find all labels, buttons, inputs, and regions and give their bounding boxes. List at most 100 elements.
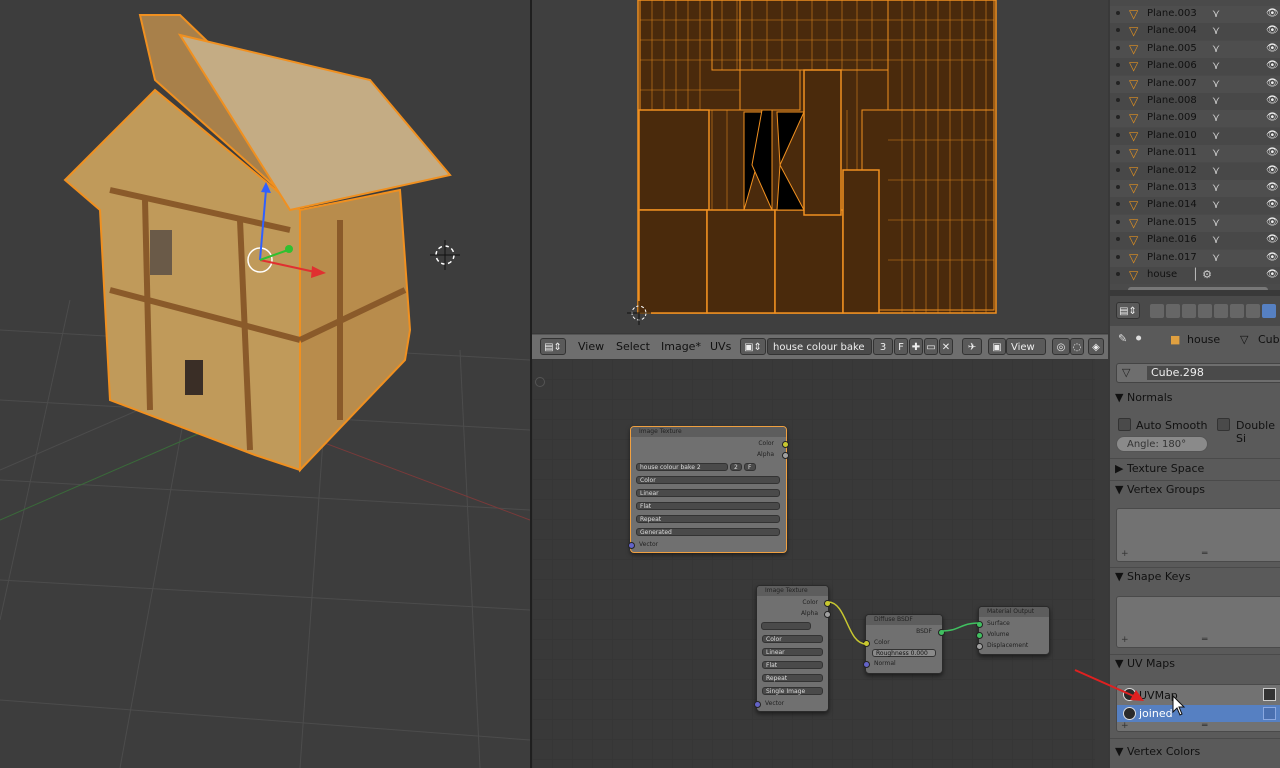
visibility-eye-icon[interactable]: 👁 (1266, 78, 1279, 89)
mesh-browse-icon[interactable]: ▽ (1122, 366, 1130, 379)
visibility-eye-icon[interactable]: 👁 (1266, 25, 1279, 36)
menu-image[interactable]: Image* (661, 339, 701, 355)
view-mode-select[interactable]: View ⇕ (1006, 338, 1046, 370)
visibility-eye-icon[interactable]: 👁 (1266, 165, 1279, 176)
visibility-eye-icon[interactable]: 👁 (1266, 269, 1279, 280)
outliner-item[interactable]: ▽ Plane.009 ⋎ 👁 (1110, 110, 1280, 128)
outliner-item[interactable]: ▽ Plane.016 ⋎ 👁 (1110, 232, 1280, 250)
double-sided-checkbox[interactable] (1217, 418, 1230, 431)
shape-keys-list[interactable]: + ═ (1116, 596, 1280, 648)
layers-tab-icon[interactable] (1166, 304, 1180, 318)
mesh-data-tab-icon[interactable] (1262, 304, 1276, 318)
visibility-eye-icon[interactable]: 👁 (1266, 217, 1279, 228)
pin-icon[interactable]: ✈ (962, 338, 982, 355)
expand-dot-icon[interactable] (1116, 167, 1120, 172)
image-users-count[interactable]: 3 (873, 338, 893, 355)
visibility-eye-icon[interactable]: 👁 (1266, 95, 1279, 106)
menu-uvs[interactable]: UVs (710, 339, 731, 355)
outliner-item[interactable]: ▽ Plane.011 ⋎ 👁 (1110, 145, 1280, 163)
image-name-field[interactable]: house colour bake 2 (767, 338, 872, 370)
expand-dot-icon[interactable] (1116, 132, 1120, 137)
panel-normals[interactable]: ▼ Normals (1115, 388, 1280, 408)
scene-tab-icon[interactable] (1182, 304, 1196, 318)
expand-dot-icon[interactable] (1116, 185, 1120, 189)
resize-handle-icon[interactable]: ═ (1202, 721, 1207, 731)
pivot-icon[interactable]: ◎ (1052, 338, 1070, 355)
mesh-name-input[interactable]: Cube.298 (1147, 366, 1280, 380)
expand-dot-icon[interactable] (1116, 272, 1120, 276)
add-icon[interactable]: + (1121, 635, 1129, 645)
outliner-scrollbar[interactable] (1128, 287, 1268, 290)
resize-handle-icon[interactable]: ═ (1202, 549, 1207, 559)
visibility-eye-icon[interactable]: 👁 (1266, 8, 1279, 19)
outliner-item[interactable]: ▽ Plane.004 ⋎ 👁 (1110, 23, 1280, 41)
expand-dot-icon[interactable] (1116, 254, 1120, 259)
auto-smooth-checkbox[interactable] (1118, 418, 1131, 431)
render-tab-icon[interactable] (1150, 304, 1164, 318)
angle-slider[interactable]: Angle: 180° (1116, 436, 1208, 452)
expand-dot-icon[interactable] (1116, 115, 1120, 120)
image-browse-icon[interactable]: ▣⇕ (740, 338, 766, 355)
outliner[interactable]: ▽ Plane.003 ⋎ 👁 ▽ Plane.004 ⋎ 👁 ▽ Plane.005 ⋎ 👁 ▽ Pla… (1110, 0, 1280, 290)
menu-select[interactable]: Select (616, 339, 650, 355)
visibility-eye-icon[interactable]: 👁 (1266, 182, 1279, 193)
expand-dot-icon[interactable] (1116, 202, 1120, 207)
sync-icon[interactable]: ◌ (1070, 338, 1084, 355)
panel-vertex-colors[interactable]: ▼ Vertex Colors (1115, 742, 1280, 762)
menu-view[interactable]: View (578, 339, 604, 355)
visibility-eye-icon[interactable]: 👁 (1266, 199, 1279, 210)
outliner-item[interactable]: ▽ Plane.014 ⋎ 👁 (1110, 197, 1280, 215)
world-tab-icon[interactable] (1198, 304, 1212, 318)
expand-dot-icon[interactable] (1116, 80, 1120, 85)
unlink-image-icon[interactable]: ✕ (939, 338, 953, 355)
editor-type-button[interactable]: ▤⇕ (1116, 302, 1140, 319)
mesh-datablock-field[interactable]: ▽ Cube.298 (1116, 363, 1280, 383)
visibility-eye-icon[interactable]: 👁 (1266, 252, 1279, 263)
modifiers-tab-icon[interactable] (1246, 304, 1260, 318)
outliner-item[interactable]: ▽ Plane.010 ⋎ 👁 (1110, 127, 1280, 145)
open-image-icon[interactable]: ▭ (924, 338, 938, 355)
vertex-groups-list[interactable]: + ═ (1116, 508, 1280, 562)
outliner-item[interactable]: ▽ house │ ⚙ 👁 (1110, 267, 1280, 284)
expand-dot-icon[interactable] (1116, 237, 1120, 242)
panel-shape-keys[interactable]: ▼ Shape Keys (1115, 567, 1280, 587)
visibility-eye-icon[interactable]: 👁 (1266, 60, 1279, 71)
visibility-eye-icon[interactable]: 👁 (1266, 43, 1279, 54)
expand-dot-icon[interactable] (1116, 98, 1120, 102)
panel-texture-space[interactable]: ▶ Texture Space (1115, 459, 1280, 479)
expand-dot-icon[interactable] (1116, 11, 1120, 15)
outliner-item[interactable]: ▽ Plane.005 ⋎ 👁 (1110, 40, 1280, 58)
expand-dot-icon[interactable] (1116, 28, 1120, 33)
expand-dot-icon[interactable] (1116, 45, 1120, 50)
resize-handle-icon[interactable]: ═ (1202, 635, 1207, 645)
visibility-eye-icon[interactable]: 👁 (1266, 234, 1279, 245)
visibility-eye-icon[interactable]: 👁 (1266, 112, 1279, 123)
node-editor[interactable]: Image Texture Color Alpha house colour b… (532, 359, 1095, 768)
panel-vertex-groups[interactable]: ▼ Vertex Groups (1115, 480, 1280, 500)
outliner-item[interactable]: ▽ Plane.008 ⋎ 👁 (1110, 93, 1280, 110)
visibility-eye-icon[interactable]: 👁 (1266, 147, 1279, 158)
outliner-item[interactable]: ▽ Plane.003 ⋎ 👁 (1110, 6, 1280, 23)
pin-icon[interactable]: ✎ (1118, 332, 1127, 345)
constraints-tab-icon[interactable] (1230, 304, 1244, 318)
expand-dot-icon[interactable] (1116, 219, 1120, 224)
add-icon[interactable]: + (1121, 549, 1129, 559)
outliner-item[interactable]: ▽ Plane.017 ⋎ 👁 (1110, 249, 1280, 267)
new-image-icon[interactable]: ✚ (909, 338, 923, 355)
outliner-item[interactable]: ▽ Plane.006 ⋎ 👁 (1110, 58, 1280, 76)
add-icon[interactable]: + (1121, 721, 1129, 731)
outliner-item[interactable]: ▽ Plane.007 ⋎ 👁 (1110, 75, 1280, 93)
expand-dot-icon[interactable] (1116, 63, 1120, 68)
outliner-item[interactable]: ▽ Plane.015 ⋎ 👁 (1110, 214, 1280, 232)
visibility-eye-icon[interactable]: 👁 (1266, 130, 1279, 141)
expand-dot-icon[interactable] (1116, 150, 1120, 155)
editor-type-button[interactable]: ▤⇕ (540, 338, 566, 355)
snap-icon[interactable]: ◈ (1088, 338, 1104, 355)
uv-image-editor[interactable] (532, 0, 1108, 333)
render-uv-icon[interactable] (1263, 688, 1276, 701)
outliner-item[interactable]: ▽ Plane.013 ⋎ 👁 (1110, 180, 1280, 197)
outliner-item[interactable]: ▽ Plane.012 ⋎ 👁 (1110, 162, 1280, 180)
view-mode-icon[interactable]: ▣ (988, 338, 1006, 355)
fake-user-button[interactable]: F (894, 338, 908, 355)
render-uv-icon[interactable] (1263, 707, 1276, 720)
